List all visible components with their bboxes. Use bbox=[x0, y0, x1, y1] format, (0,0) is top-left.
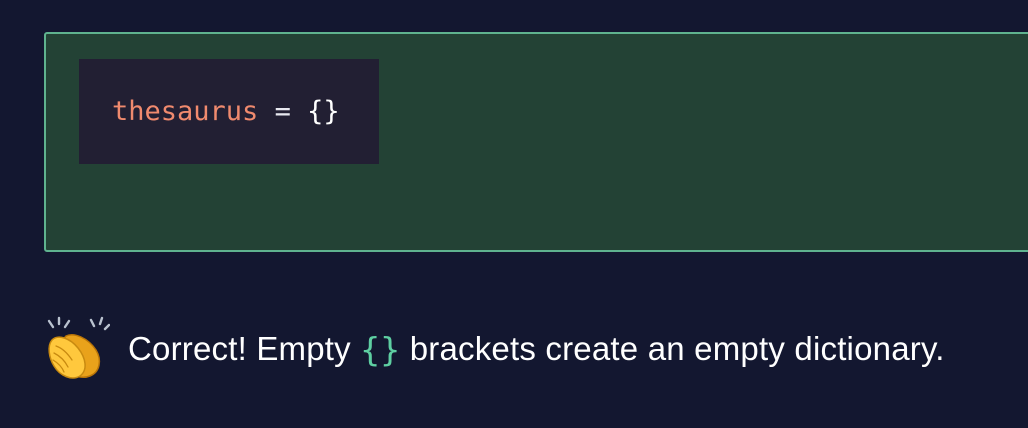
feedback-text-before: Correct! Empty bbox=[128, 330, 361, 367]
code-operator: = bbox=[258, 96, 308, 127]
feedback-message: Correct! Empty {} brackets create an emp… bbox=[44, 314, 945, 384]
clapping-hands-icon bbox=[47, 316, 110, 379]
feedback-braces-highlight: {} bbox=[360, 329, 401, 369]
code-variable: thesaurus bbox=[112, 96, 259, 127]
code-block: thesaurus = {} bbox=[79, 59, 379, 164]
answer-box: thesaurus = {} bbox=[44, 32, 1028, 252]
feedback-text: Correct! Empty {} brackets create an emp… bbox=[128, 330, 945, 369]
feedback-text-after: brackets create an empty dictionary. bbox=[400, 330, 945, 367]
code-value: {} bbox=[307, 96, 340, 127]
